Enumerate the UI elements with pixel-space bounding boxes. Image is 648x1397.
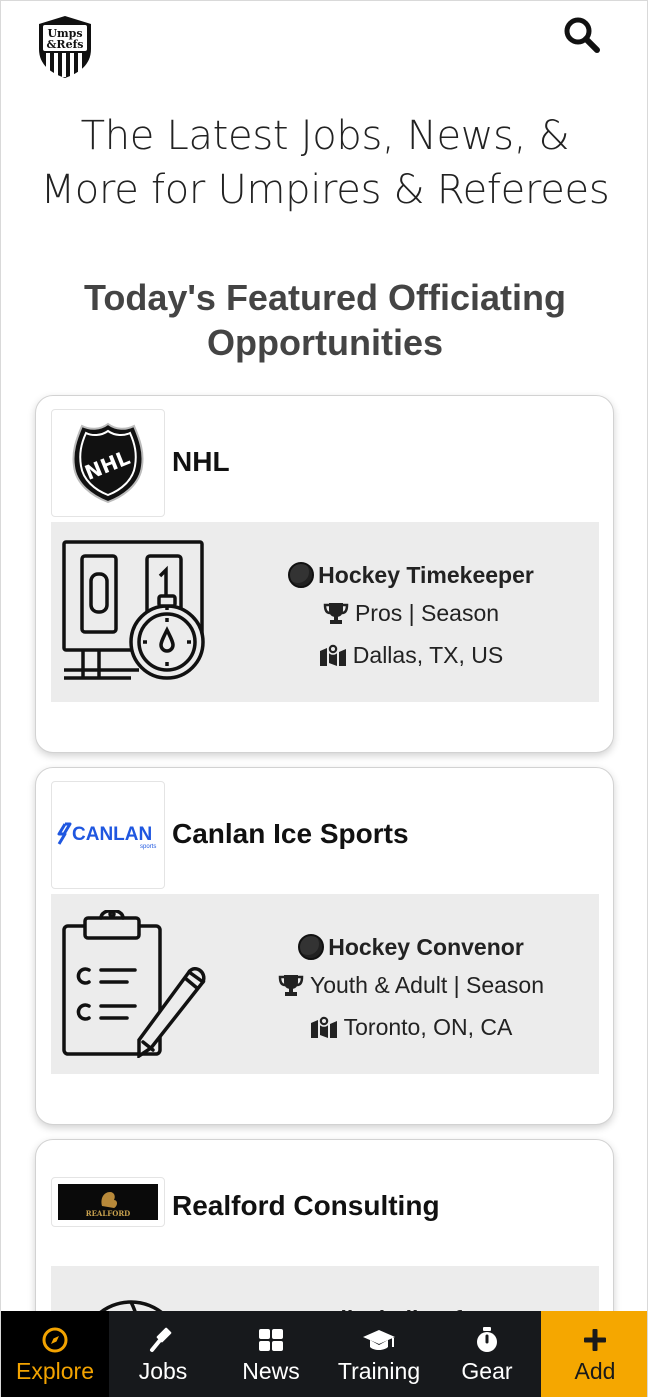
graduation-cap-icon — [362, 1325, 396, 1355]
realford-logo: REALFORD — [51, 1177, 165, 1227]
nav-news[interactable]: News — [217, 1311, 325, 1397]
app-frame: Umps &Refs The Latest Jobs, News, & More… — [0, 0, 648, 1397]
nav-gear-label: Gear — [461, 1357, 513, 1384]
nav-explore[interactable]: Explore — [1, 1311, 109, 1397]
bottom-navigation: Explore Jobs News Training Gear Add — [1, 1311, 647, 1397]
featured-section-title: Today's Featured Officiating Opportuniti… — [41, 275, 609, 365]
job-level-row: Youth & Adult | Season — [241, 966, 581, 1008]
card-org-name[interactable]: Canlan Ice Sports — [172, 818, 409, 850]
map-marker-icon — [319, 640, 347, 678]
compass-icon — [42, 1325, 68, 1355]
logo-text-refs: &Refs — [47, 38, 84, 51]
job-location-row: Dallas, TX, US — [241, 636, 581, 678]
realford-logo-text: REALFORD — [86, 1209, 130, 1218]
nav-jobs-label: Jobs — [138, 1357, 188, 1384]
job-info: Hockey Timekeeper Pros | Season Dallas, … — [241, 556, 581, 678]
job-title[interactable]: Hockey Timekeeper — [318, 562, 534, 588]
job-card-nhl[interactable]: NHL NHL Hockey Timekeeper Pros | Season … — [35, 395, 614, 753]
nhl-logo: NHL — [51, 409, 165, 517]
grid-icon — [258, 1325, 284, 1355]
umps-refs-logo[interactable]: Umps &Refs — [37, 15, 93, 79]
nav-jobs[interactable]: Jobs — [109, 1311, 217, 1397]
clipboard-pen-icon — [61, 908, 209, 1060]
headline-line-1: The Latest Jobs, News, & — [80, 113, 570, 159]
nav-training[interactable]: Training — [325, 1311, 433, 1397]
job-title[interactable]: Hockey Convenor — [328, 934, 524, 960]
nav-add-label: Add — [574, 1357, 616, 1384]
job-panel[interactable]: Hockey Timekeeper Pros | Season Dallas, … — [51, 522, 599, 702]
nav-gear[interactable]: Gear — [433, 1311, 541, 1397]
job-title-row: Hockey Timekeeper — [241, 556, 581, 594]
nav-news-label: News — [242, 1357, 300, 1384]
hockey-puck-icon — [298, 934, 325, 960]
job-location: Dallas, TX, US — [352, 642, 504, 668]
plus-icon — [583, 1325, 607, 1355]
gavel-icon — [149, 1325, 177, 1355]
card-org-name[interactable]: Realford Consulting — [172, 1190, 440, 1222]
job-panel[interactable]: Hockey Convenor Youth & Adult | Season T… — [51, 894, 599, 1074]
headline-line-2: More for Umpires & Referees — [40, 167, 610, 213]
featured-title-line-1: Today's Featured Officiating — [84, 277, 566, 318]
trophy-icon — [323, 598, 349, 636]
job-level: Youth & Adult | Season — [309, 972, 545, 998]
trophy-icon — [278, 970, 304, 1008]
canlan-logo-subtext: sports — [140, 844, 156, 850]
job-level: Pros | Season — [354, 600, 500, 626]
job-location: Toronto, ON, CA — [343, 1014, 513, 1040]
featured-title-line-2: Opportunities — [207, 322, 443, 363]
nav-training-label: Training — [337, 1357, 421, 1384]
hockey-puck-icon — [288, 562, 315, 588]
canlan-logo: CANLAN sports — [51, 781, 165, 889]
job-info: Hockey Convenor Youth & Adult | Season T… — [241, 928, 581, 1050]
search-icon[interactable] — [561, 15, 601, 55]
card-org-name[interactable]: NHL — [172, 446, 230, 478]
job-location-row: Toronto, ON, CA — [241, 1008, 581, 1050]
page-headline: The Latest Jobs, News, & More for Umpire… — [21, 109, 629, 217]
nav-add[interactable]: Add — [541, 1311, 647, 1397]
stopwatch-icon — [475, 1325, 499, 1355]
job-level-row: Pros | Season — [241, 594, 581, 636]
nav-explore-label: Explore — [16, 1357, 94, 1384]
map-marker-icon — [310, 1012, 338, 1050]
canlan-logo-text: CANLAN — [72, 824, 152, 845]
job-title-row: Hockey Convenor — [241, 928, 581, 966]
job-card-canlan[interactable]: CANLAN sports Canlan Ice Sports Hockey C… — [35, 767, 614, 1125]
scoreboard-stopwatch-icon — [61, 538, 209, 686]
